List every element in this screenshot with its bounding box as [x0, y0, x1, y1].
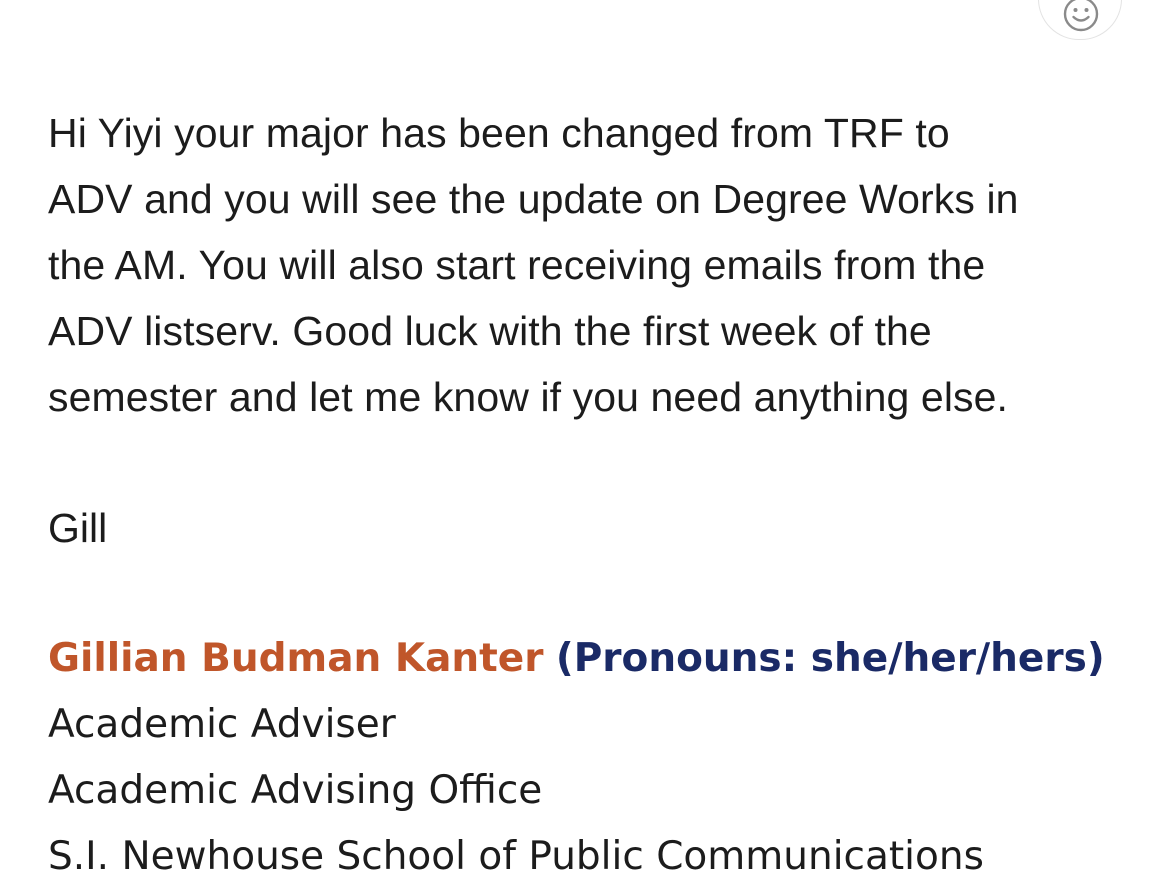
- signature-office: Academic Advising Office: [48, 768, 543, 813]
- signature-school: S.I. Newhouse School of Public Communica…: [48, 834, 984, 879]
- message-paragraph: Hi Yiyi your major has been changed from…: [48, 100, 1138, 430]
- signature-title: Academic Adviser: [48, 702, 396, 747]
- email-signature: Gillian Budman Kanter (Pronouns: she/her…: [48, 626, 1148, 890]
- email-message-body: Hi Yiyi your major has been changed from…: [48, 100, 1138, 430]
- signature-name-line: Gillian Budman Kanter (Pronouns: she/her…: [48, 626, 1148, 692]
- signature-pronouns: (Pronouns: she/her/hers): [555, 636, 1105, 681]
- smiley-face-icon: [1063, 0, 1099, 32]
- add-reaction-button[interactable]: [1038, 0, 1122, 40]
- message-line: semester and let me know if you need any…: [48, 374, 1009, 420]
- message-line: ADV and you will see the update on Degre…: [48, 176, 1019, 222]
- message-line: ADV listserv. Good luck with the first w…: [48, 308, 932, 354]
- message-line: the AM. You will also start receiving em…: [48, 242, 986, 288]
- message-line: Hi Yiyi your major has been changed from…: [48, 110, 950, 156]
- signature-name: Gillian Budman Kanter: [48, 636, 544, 681]
- message-signoff: Gill: [48, 505, 108, 551]
